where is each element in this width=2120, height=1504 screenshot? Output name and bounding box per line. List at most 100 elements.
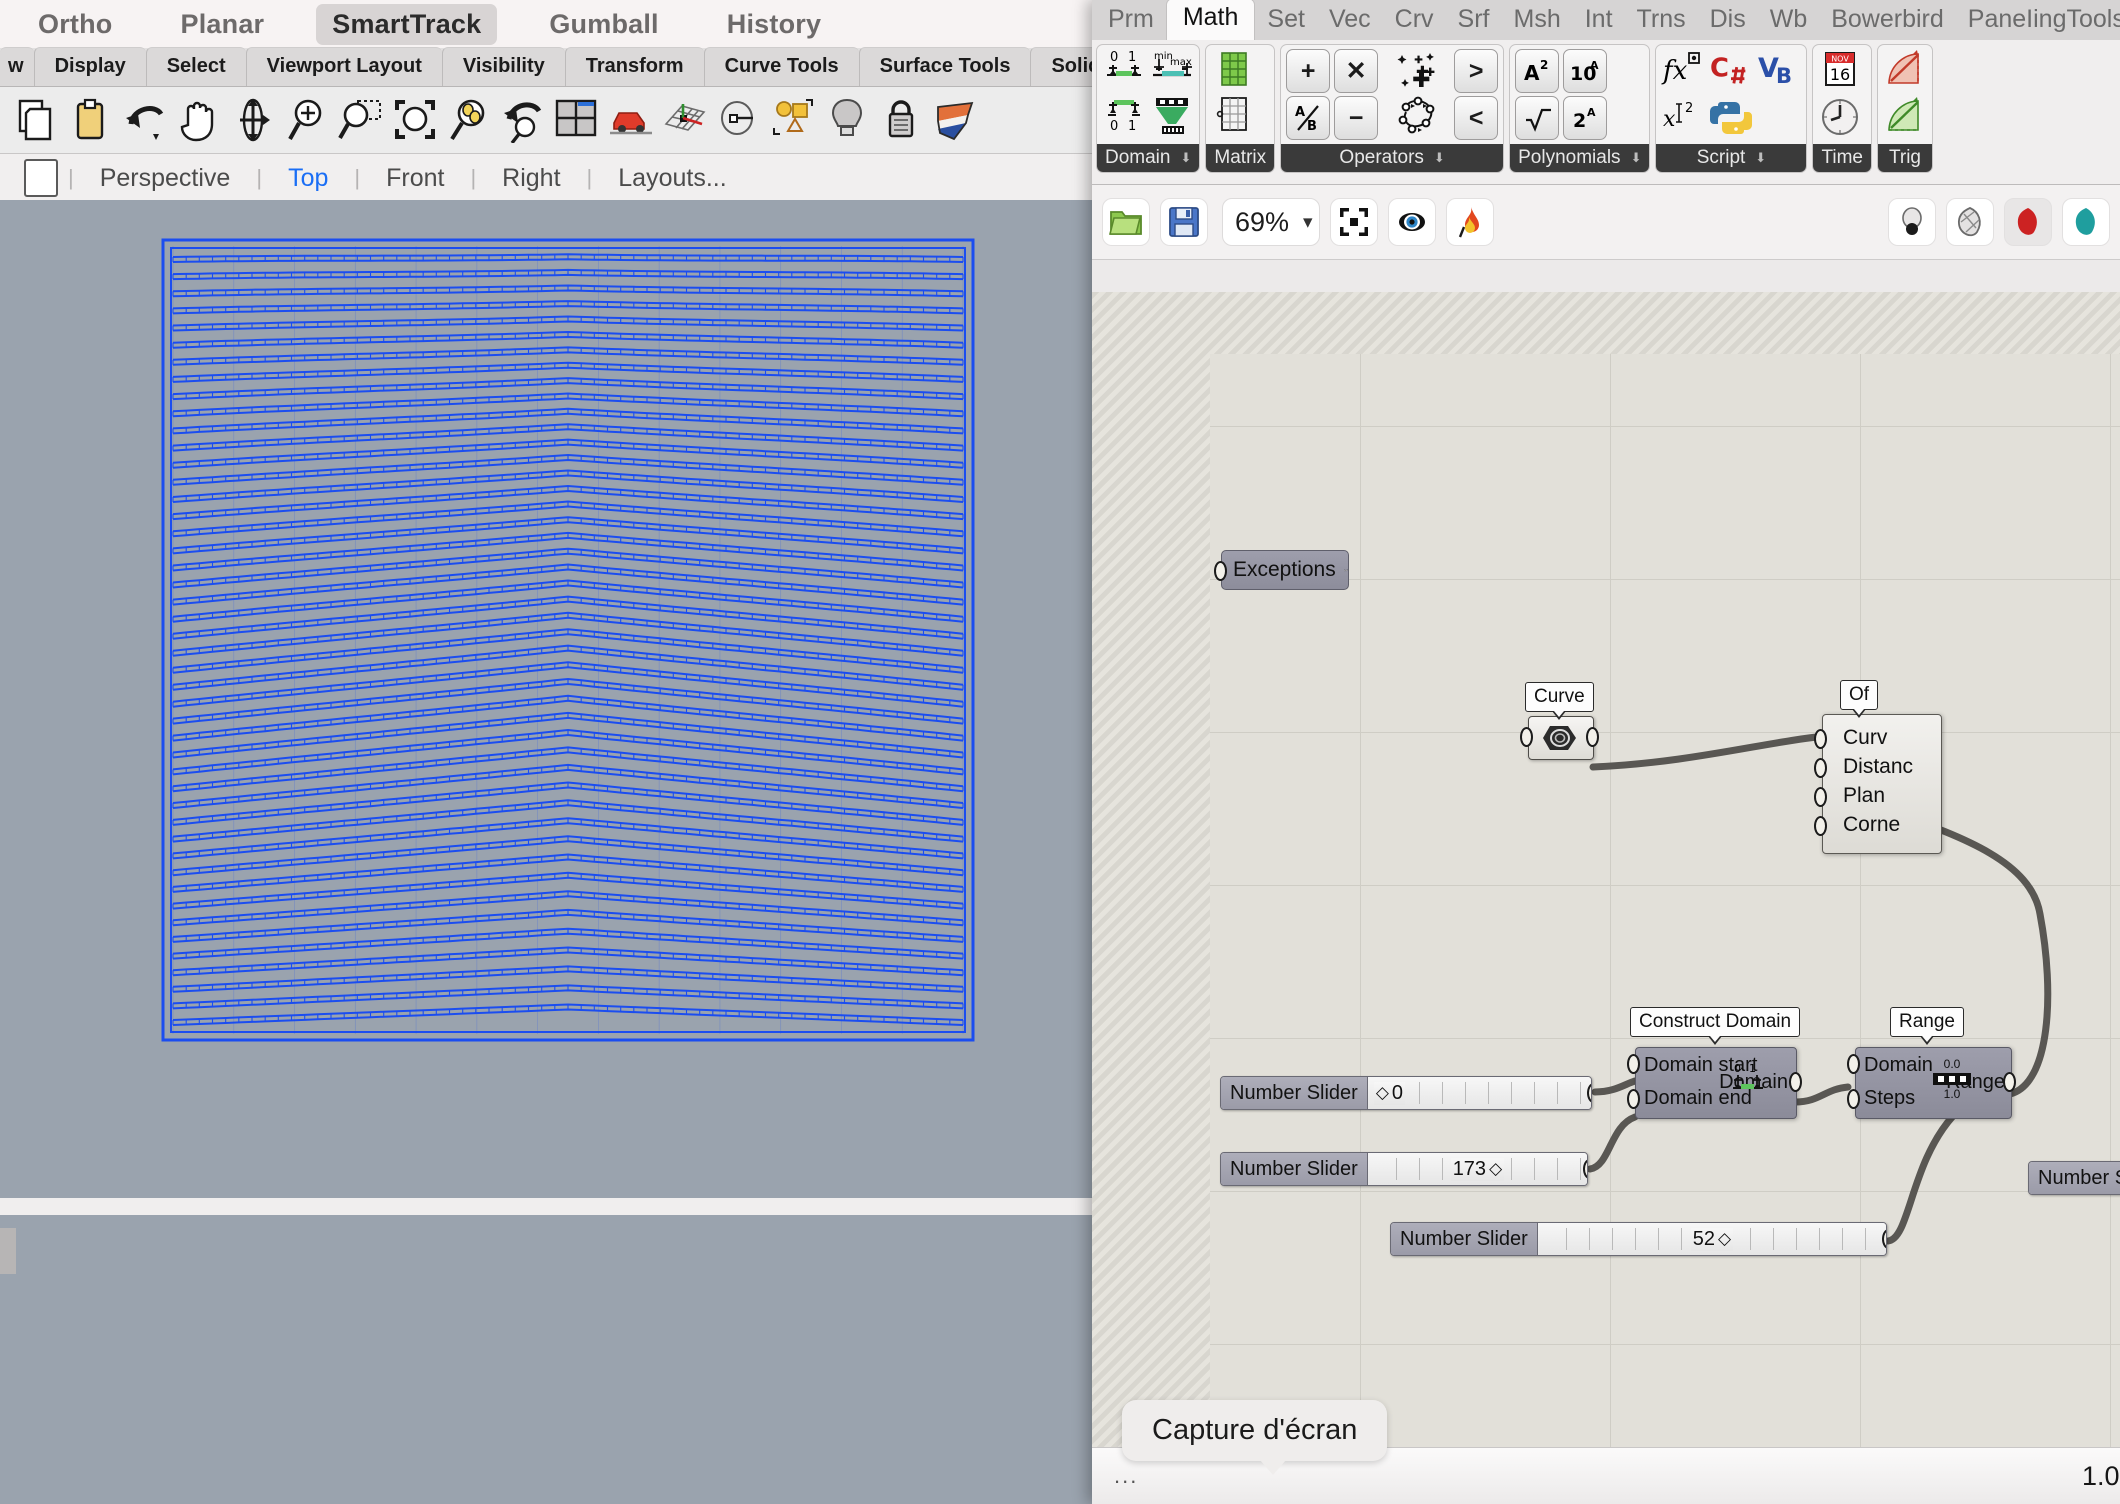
expand-arrow-icon[interactable]: ⬇ — [1631, 150, 1642, 166]
gh-tab-wb[interactable]: Wb — [1758, 3, 1820, 40]
gh-tab-crv[interactable]: Crv — [1383, 3, 1446, 40]
divide-ab-icon[interactable]: AB — [1286, 96, 1331, 140]
square-root-icon[interactable] — [1515, 96, 1560, 140]
open-file-icon[interactable] — [1102, 198, 1150, 246]
mode-toggle-smarttrack[interactable]: SmartTrack — [316, 3, 498, 45]
slider-right[interactable]: Number Slider ◇ — [2028, 1161, 2120, 1195]
tab-display[interactable]: Display — [33, 47, 146, 86]
domain-divide-icon[interactable] — [1150, 96, 1194, 140]
mode-toggle-planar[interactable]: Planar — [165, 4, 281, 45]
slider-steps[interactable]: Number Slider 52 ◇ — [1390, 1222, 1887, 1256]
mass-addition-icon[interactable] — [1396, 49, 1440, 93]
domain-minmax-icon[interactable]: min max — [1150, 49, 1194, 93]
csharp-icon[interactable]: C — [1709, 49, 1753, 93]
preview-off-icon[interactable] — [1888, 198, 1936, 246]
input-port[interactable] — [1214, 561, 1227, 581]
rotate-view-icon[interactable] — [226, 91, 280, 149]
input-port[interactable] — [1627, 1089, 1640, 1109]
larger-than-icon[interactable]: > — [1454, 49, 1499, 93]
mode-toggle-history[interactable]: History — [711, 4, 837, 45]
calendar-nov-16-icon[interactable]: NOV 16 — [1818, 49, 1862, 93]
canvas-document-area[interactable]: Exceptions Curve Of Curv Distanc Plan Co… — [1210, 354, 2120, 1464]
viewport-tab-perspective[interactable]: Perspective — [74, 164, 257, 193]
expression-fx-icon[interactable]: fx — [1661, 49, 1705, 93]
viewport-layout-icon[interactable] — [550, 91, 604, 149]
tab-surface-tools[interactable]: Surface Tools — [858, 47, 1031, 86]
input-port[interactable] — [1814, 816, 1827, 836]
clock-icon[interactable] — [1818, 96, 1862, 140]
input-port[interactable] — [1814, 758, 1827, 778]
tab-select[interactable]: Select — [145, 47, 246, 86]
preview-shaded-icon[interactable] — [2004, 198, 2052, 246]
gh-tab-bowerbird[interactable]: Bowerbird — [1819, 3, 1956, 40]
minus-icon[interactable]: − — [1334, 96, 1379, 140]
mode-toggle-gumball[interactable]: Gumball — [533, 4, 674, 45]
viewport-tab-front[interactable]: Front — [360, 164, 470, 193]
canvas-zoom-selector[interactable]: 69% ▾ — [1222, 198, 1320, 246]
gh-tab-set[interactable]: Set — [1255, 3, 1317, 40]
output-port[interactable] — [1789, 1072, 1802, 1092]
gh-tab-srf[interactable]: Srf — [1446, 3, 1502, 40]
zoom-selected-icon[interactable] — [442, 91, 496, 149]
tab-w[interactable]: w — [0, 47, 34, 86]
gh-tab-vec[interactable]: Vec — [1317, 3, 1383, 40]
input-port[interactable] — [1814, 787, 1827, 807]
cosine-green-icon[interactable] — [1883, 96, 1927, 140]
cplane-origin-icon[interactable] — [712, 91, 766, 149]
gh-tab-int[interactable]: Int — [1573, 3, 1625, 40]
undo-icon[interactable] — [118, 91, 172, 149]
input-port[interactable] — [1847, 1054, 1860, 1074]
grasshopper-canvas[interactable]: Exceptions Curve Of Curv Distanc Plan Co… — [1092, 292, 2120, 1464]
multiply-icon[interactable]: ✕ — [1334, 49, 1379, 93]
node-range[interactable]: Range Domain Steps Range 0.0 1.0 — [1847, 1007, 2016, 1119]
light-bulb-icon[interactable] — [820, 91, 874, 149]
smaller-than-icon[interactable]: < — [1454, 96, 1499, 140]
expand-arrow-icon[interactable]: ⬇ — [1755, 150, 1766, 166]
new-viewport-icon[interactable] — [24, 159, 58, 197]
lock-icon[interactable] — [874, 91, 928, 149]
tab-curve-tools[interactable]: Curve Tools — [703, 47, 859, 86]
input-port[interactable] — [1627, 1054, 1640, 1074]
solid-tools-icon[interactable] — [928, 91, 982, 149]
rhino-viewport-top[interactable]: y x — [0, 200, 1092, 1200]
preview-wireframe-icon[interactable] — [1946, 198, 1994, 246]
slider-handle-and-value[interactable]: 173 ◇ — [1450, 1157, 1505, 1181]
preview-teal-icon[interactable] — [2062, 198, 2110, 246]
zoom-icon[interactable] — [280, 91, 334, 149]
slider-handle-and-value[interactable]: ◇ 0 — [1373, 1081, 1406, 1105]
zoom-extents-icon[interactable] — [388, 91, 442, 149]
copy-icon[interactable] — [10, 91, 64, 149]
input-port[interactable] — [1847, 1089, 1860, 1109]
input-port[interactable] — [1814, 729, 1827, 749]
bake-flame-icon[interactable] — [1445, 198, 1494, 246]
pan-icon[interactable] — [172, 91, 226, 149]
x-power-icon[interactable]: x2 — [1661, 96, 1705, 140]
expand-arrow-icon[interactable]: ⬇ — [1434, 150, 1445, 166]
viewport-tab-right[interactable]: Right — [476, 164, 586, 193]
matrix-green-icon[interactable] — [1211, 49, 1255, 93]
slider-handle-icon[interactable]: ◇ — [1376, 1083, 1389, 1103]
gh-tab-panelingtools[interactable]: PaneIingTools — [1956, 3, 2120, 40]
status-dots[interactable]: ... — [1114, 1463, 1138, 1489]
mode-toggle-ortho[interactable]: Ortho — [22, 4, 129, 45]
output-port[interactable] — [2003, 1072, 2016, 1092]
tab-visibility[interactable]: Visibility — [441, 47, 565, 86]
paste-icon[interactable] — [64, 91, 118, 149]
shapes-icon[interactable] — [766, 91, 820, 149]
zoom-window-icon[interactable] — [334, 91, 388, 149]
slider-handle-icon[interactable]: ◇ — [1489, 1159, 1502, 1179]
expand-arrow-icon[interactable]: ⬇ — [1180, 150, 1191, 166]
viewport-tab-layouts[interactable]: Layouts... — [592, 164, 752, 193]
sine-red-icon[interactable] — [1883, 49, 1927, 93]
vb-icon[interactable]: VB — [1757, 49, 1801, 93]
gh-tab-math[interactable]: Math — [1165, 0, 1256, 40]
two-power-a-icon[interactable]: 2A — [1563, 96, 1608, 140]
gh-tab-prm[interactable]: Prm — [1096, 3, 1166, 40]
named-views-car-icon[interactable] — [604, 91, 658, 149]
rhino-viewport-secondary[interactable] — [0, 1215, 1092, 1504]
slider-domain-end[interactable]: Number Slider 173 ◇ — [1220, 1152, 1588, 1186]
slider-handle-and-value[interactable]: 52 ◇ — [1690, 1227, 1734, 1251]
cplane-grid-icon[interactable] — [658, 91, 712, 149]
ten-power-a-icon[interactable]: 10 A — [1563, 49, 1608, 93]
mass-multiply-icon[interactable] — [1396, 96, 1440, 140]
